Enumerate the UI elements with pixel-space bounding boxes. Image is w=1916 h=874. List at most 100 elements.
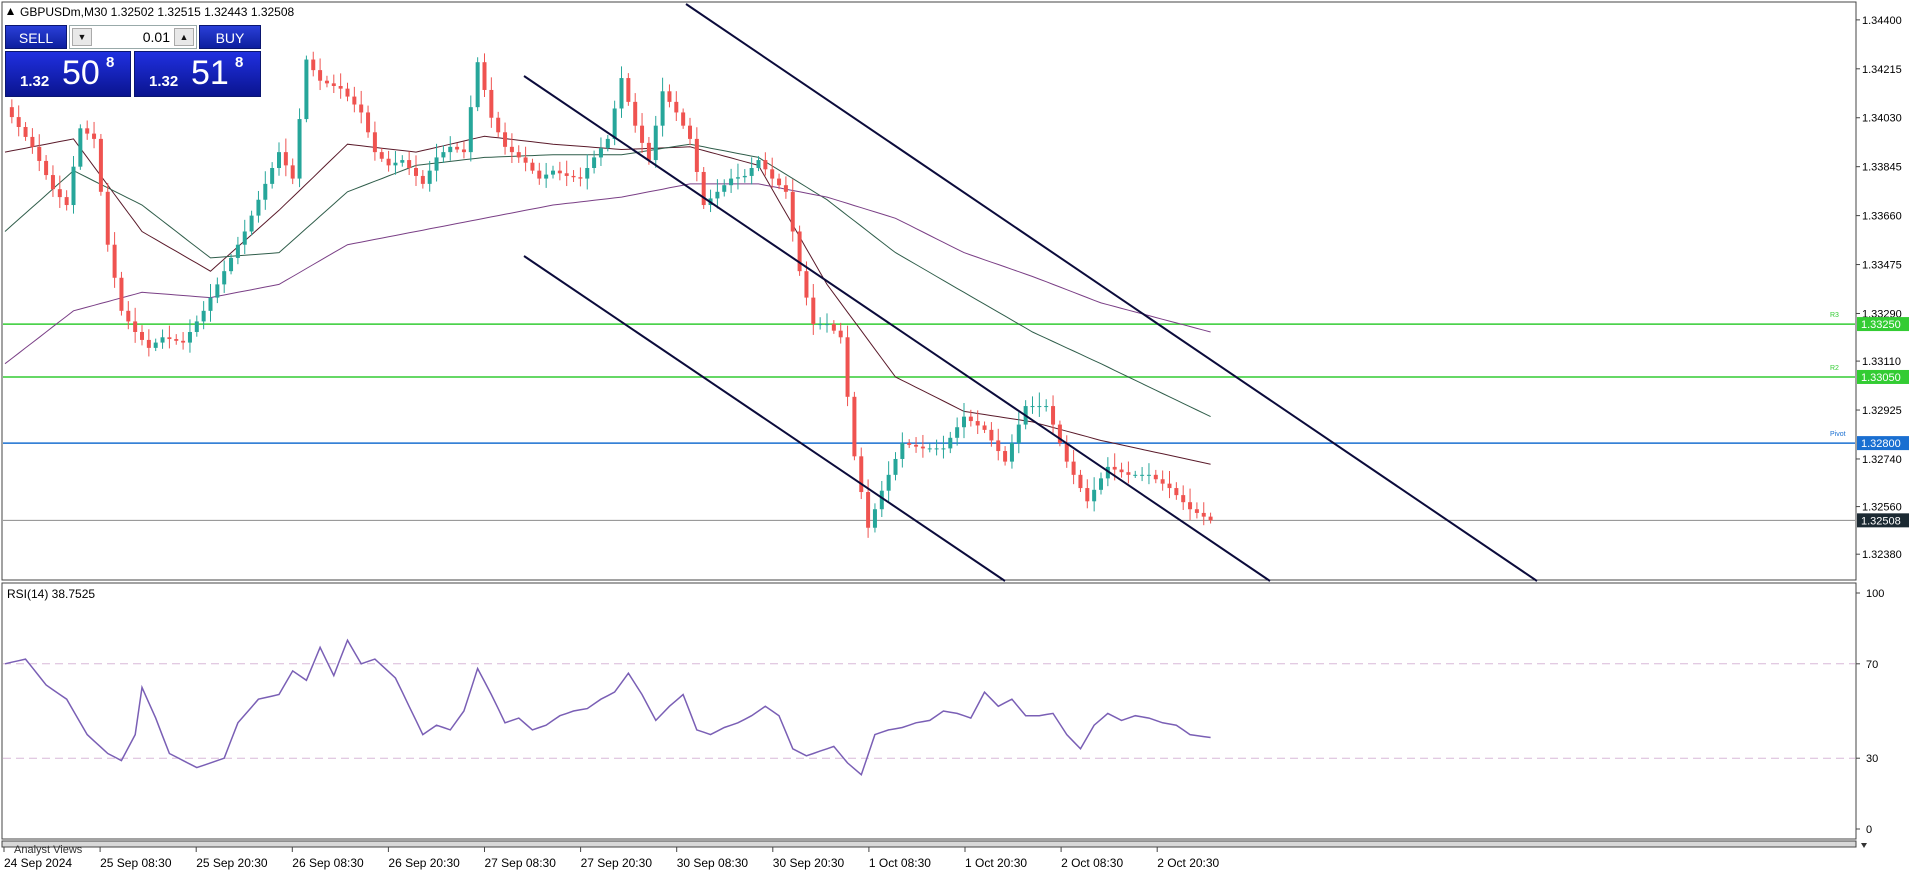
candle-body (256, 199, 261, 216)
candle-body (50, 175, 55, 190)
analyst-views-strip[interactable] (1, 840, 1857, 848)
price-tick-label: 1.33110 (1862, 356, 1901, 368)
candle-body (900, 443, 905, 459)
candle-body (523, 157, 528, 163)
candle-body (1181, 495, 1186, 503)
candle-body (235, 244, 240, 258)
candle-body (304, 59, 309, 120)
candle-body (37, 146, 42, 161)
main-chart-frame (1, 1, 1857, 581)
candle-body (1071, 461, 1076, 475)
candle-body (215, 284, 220, 298)
candle-body (482, 62, 487, 90)
candle-body (1174, 488, 1179, 496)
candle-body (1208, 516, 1213, 521)
candle-body (181, 340, 186, 343)
candle-body (866, 492, 871, 528)
candle-body (126, 310, 131, 322)
lot-size-value[interactable]: 0.01 (143, 26, 170, 48)
candle-body (914, 444, 919, 447)
time-tick-label: 2 Oct 20:30 (1157, 856, 1219, 870)
candle-body (85, 128, 90, 134)
candle-body (777, 178, 782, 186)
candle-body (557, 170, 562, 174)
candle-body (194, 321, 199, 332)
sell-price[interactable]: 1.32 50 8 (5, 51, 131, 97)
candle-body (1153, 474, 1158, 480)
candle-body (242, 231, 247, 245)
candle-body (229, 257, 234, 272)
candle-body (640, 125, 645, 143)
candle-body (1167, 483, 1172, 489)
candle-body (551, 170, 555, 175)
candle-body (277, 152, 281, 168)
candle-body (592, 157, 597, 168)
candle-body (414, 168, 418, 176)
price-tick-label: 1.32560 (1862, 502, 1902, 514)
buy-price[interactable]: 1.32 51 8 (134, 51, 261, 97)
rsi-panel-frame (1, 582, 1857, 840)
price-tick-label: 1.33845 (1862, 162, 1902, 174)
candle-body (263, 183, 268, 200)
sell-button[interactable]: SELL (5, 25, 67, 49)
candle-body (105, 191, 110, 245)
candle-body (379, 152, 384, 159)
candle-body (1140, 474, 1145, 476)
candle-body (98, 138, 103, 192)
candle-body (338, 86, 343, 89)
candle-body (92, 133, 97, 139)
candle-body (1078, 474, 1083, 489)
candle-body (1119, 469, 1124, 473)
candle-body (153, 342, 158, 348)
level-price-label: 1.33050 (1861, 372, 1901, 384)
candle-body (44, 160, 49, 176)
candle-body (324, 80, 329, 84)
rsi-tick-label: 100 (1866, 588, 1884, 600)
candle-body (955, 427, 960, 438)
candle-body (838, 330, 843, 338)
candle-body (729, 178, 734, 186)
candle-body (133, 321, 138, 332)
candle-body (448, 146, 453, 153)
candle-body (78, 128, 83, 167)
candle-body (763, 160, 768, 170)
time-tick-label: 27 Sep 20:30 (581, 856, 653, 870)
analyst-views-tab[interactable]: Analyst Views (14, 844, 83, 856)
candle-body (146, 339, 151, 348)
candle-body (1085, 488, 1090, 502)
candle-body (23, 127, 28, 137)
candle-body (359, 104, 364, 113)
candle-body (564, 173, 569, 176)
candle-body (1009, 443, 1014, 462)
lot-increase-icon[interactable]: ▲ (174, 28, 194, 46)
price-tick-label: 1.34030 (1862, 113, 1902, 125)
time-tick-label: 2 Oct 08:30 (1061, 856, 1123, 870)
candle-body (598, 148, 603, 158)
candle-body (660, 91, 665, 126)
candle-body (756, 160, 761, 168)
candle-body (400, 160, 405, 163)
candle-body (578, 177, 583, 179)
candle-body (722, 185, 727, 192)
candle-body (468, 107, 473, 153)
candle-body (1003, 451, 1008, 462)
lot-decrease-icon[interactable]: ▼ (72, 28, 92, 46)
time-tick-label: 24 Sep 2024 (4, 856, 72, 870)
price-tick-label: 1.32380 (1862, 549, 1902, 561)
candle-body (619, 78, 624, 109)
rsi-title: RSI(14) 38.7525 (7, 587, 95, 601)
candle-body (633, 101, 638, 126)
candle-body (927, 448, 932, 450)
candle-body (174, 339, 179, 341)
buy-button[interactable]: BUY (199, 25, 261, 49)
scroll-down-icon[interactable] (1861, 843, 1867, 848)
candle-body (653, 125, 658, 161)
candle-body (544, 174, 549, 179)
candle-body (1016, 424, 1021, 444)
rsi-axis: 100 70 30 0 (1856, 588, 1884, 836)
lot-size-field[interactable]: ▼ 0.01 ▲ (69, 25, 197, 49)
candle-body (996, 440, 1001, 452)
rsi-tick-label: 70 (1866, 659, 1878, 671)
trading-chart[interactable]: Analyst Views GBPUSDm,M30 1.32502 1.3251… (0, 0, 1916, 874)
candle-body (1037, 406, 1042, 408)
